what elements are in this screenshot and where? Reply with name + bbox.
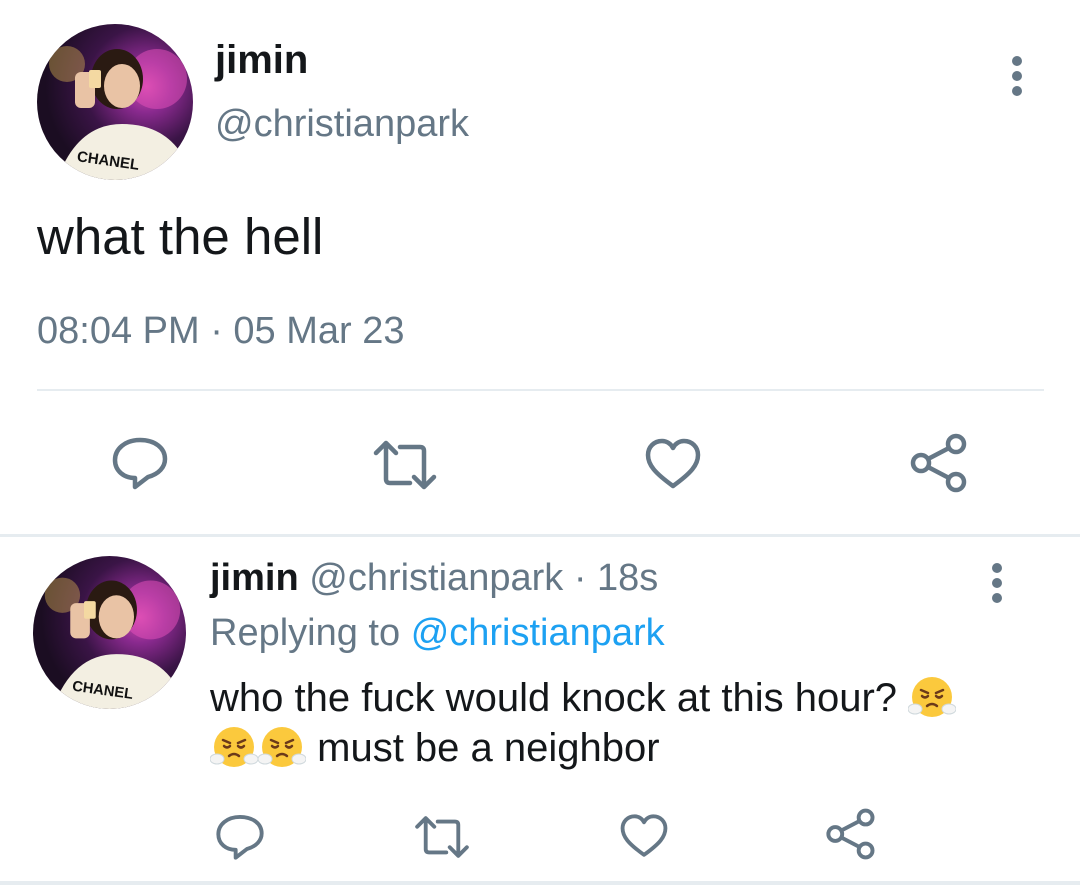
like-icon <box>620 814 668 857</box>
like-icon <box>645 438 701 489</box>
more-vertical-icon <box>1012 56 1022 96</box>
reply-text-line1: who the fuck would knock at this hour? <box>210 676 898 720</box>
steam-face-emoji-icon <box>908 677 957 717</box>
replying-to-line: Replying to @christianpark <box>210 612 665 655</box>
divider <box>37 389 1044 391</box>
reply-avatar[interactable]: CHANEL <box>33 556 186 709</box>
reply-icon <box>216 814 264 860</box>
reply-display-name[interactable]: jimin <box>210 557 299 599</box>
reply-like-button[interactable] <box>618 812 670 860</box>
steam-face-emoji-icon <box>210 727 258 767</box>
reply-reply-button[interactable] <box>212 810 268 862</box>
replying-label: Replying to <box>210 612 401 654</box>
more-options-button[interactable] <box>1002 55 1032 97</box>
share-button[interactable] <box>907 433 969 493</box>
share-icon <box>826 808 875 860</box>
reply-tweet-text: who the fuck would knock at this hour? m… <box>210 673 1030 773</box>
steam-face-emoji-icon <box>258 727 306 767</box>
replying-mention-link[interactable]: @christianpark <box>411 612 665 654</box>
reply-icon <box>112 437 168 490</box>
tweet-timestamp[interactable]: 08:04 PM · 05 Mar 23 <box>37 310 405 353</box>
reply-button[interactable] <box>108 432 172 492</box>
like-button[interactable] <box>643 436 703 492</box>
header-separator: · <box>573 557 587 599</box>
user-handle[interactable]: @christianpark <box>215 103 469 146</box>
retweet-button[interactable] <box>370 437 440 493</box>
reply-more-options-button[interactable] <box>982 562 1012 604</box>
retweet-icon <box>415 816 469 858</box>
reply-text-line2: must be a neighbor <box>317 726 660 770</box>
reply-share-button[interactable] <box>823 808 877 860</box>
reply-user-handle[interactable]: @christianpark <box>309 557 563 599</box>
more-vertical-icon <box>992 563 1002 603</box>
reply-retweet-button[interactable] <box>412 813 472 861</box>
avatar[interactable]: CHANEL <box>37 24 193 180</box>
reply-header: jimin @christianpark · 18s <box>210 557 658 600</box>
reply-time-ago[interactable]: 18s <box>597 557 658 599</box>
bottom-divider <box>0 881 1080 885</box>
retweet-icon <box>373 440 437 490</box>
tweet-separator <box>0 534 1080 537</box>
share-icon <box>910 433 967 493</box>
tweet-text: what the hell <box>37 208 324 265</box>
display-name[interactable]: jimin <box>215 38 308 83</box>
